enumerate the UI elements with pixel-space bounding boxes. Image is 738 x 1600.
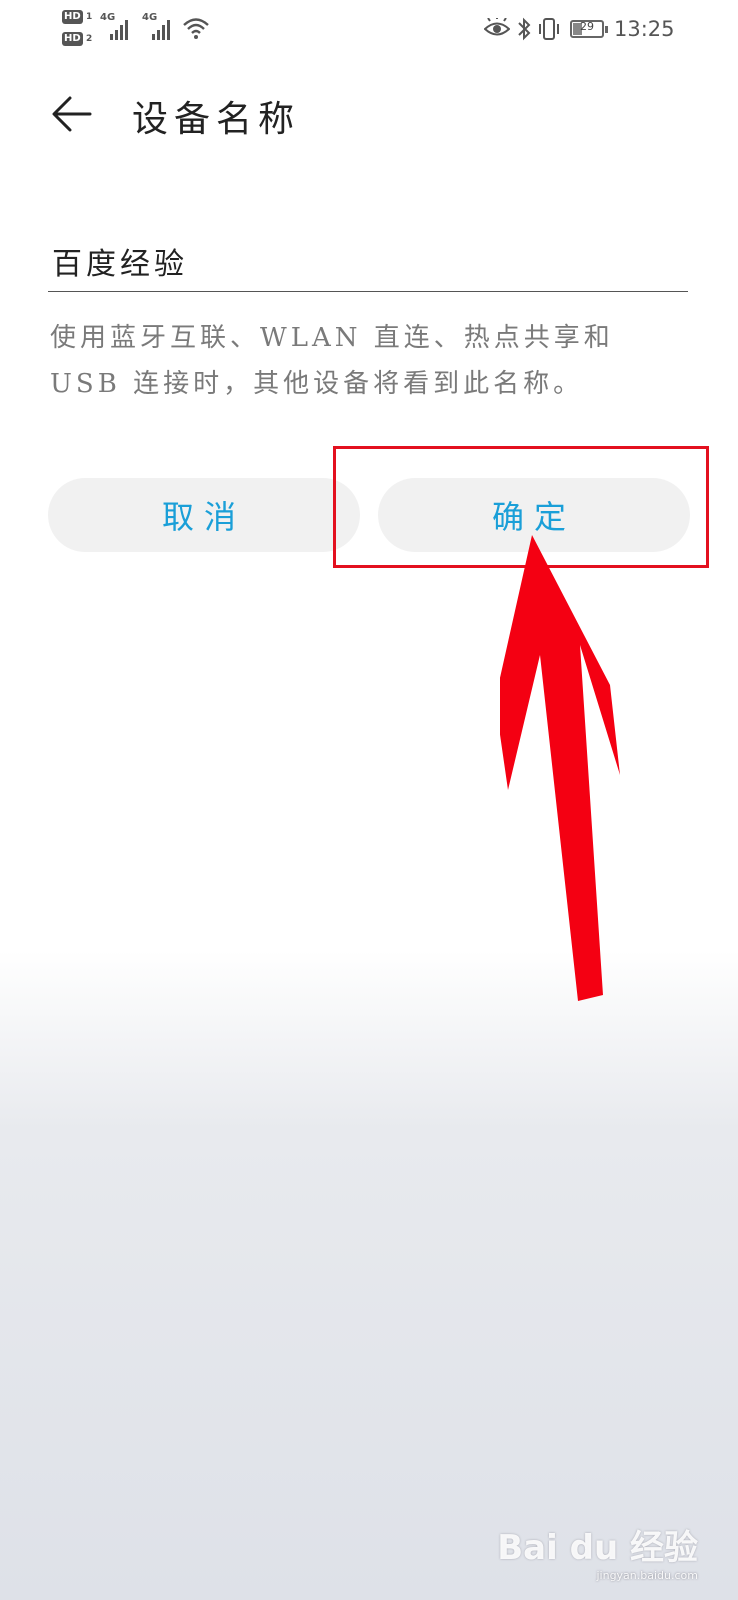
- device-name-input[interactable]: [48, 230, 688, 292]
- page-title: 设备名称: [132, 99, 301, 140]
- watermark: Bai du 经验 jingyan.baidu.com: [497, 1520, 698, 1582]
- status-bar: HD 1 HD 2 4G 4G 29 13:25: [0, 0, 738, 60]
- blurred-background: [0, 950, 738, 1600]
- sim2-index: 2: [86, 34, 93, 44]
- battery-icon: 29: [570, 20, 608, 38]
- vibrate-icon: [539, 18, 559, 40]
- signal-1-icon: 4G: [100, 12, 134, 40]
- signal-2-icon: 4G: [142, 12, 176, 40]
- annotation-arrow-icon: [500, 535, 620, 1001]
- bluetooth-icon: [518, 17, 531, 41]
- sim-indicators: HD 1 HD 2: [62, 10, 98, 50]
- eye-comfort-icon: [484, 18, 510, 36]
- battery-level-text: 29: [580, 20, 594, 33]
- back-arrow-icon: [52, 96, 92, 132]
- status-right-group: 29 13:25: [484, 16, 675, 44]
- device-name-hint: 使用蓝牙互联、WLAN 直连、热点共享和 USB 连接时，其他设备将看到此名称。: [50, 323, 614, 399]
- cancel-button[interactable]: 取消: [48, 478, 360, 552]
- status-time: 13:25: [614, 17, 675, 41]
- back-button[interactable]: [50, 92, 94, 136]
- wifi-icon: [183, 18, 209, 39]
- sim1-index: 1: [86, 12, 93, 22]
- watermark-logo: Bai du 经验: [497, 1528, 698, 1568]
- watermark-url: jingyan.baidu.com: [596, 1569, 698, 1582]
- sim2-hd-badge: HD: [62, 32, 83, 46]
- sim1-hd-badge: HD: [62, 10, 83, 24]
